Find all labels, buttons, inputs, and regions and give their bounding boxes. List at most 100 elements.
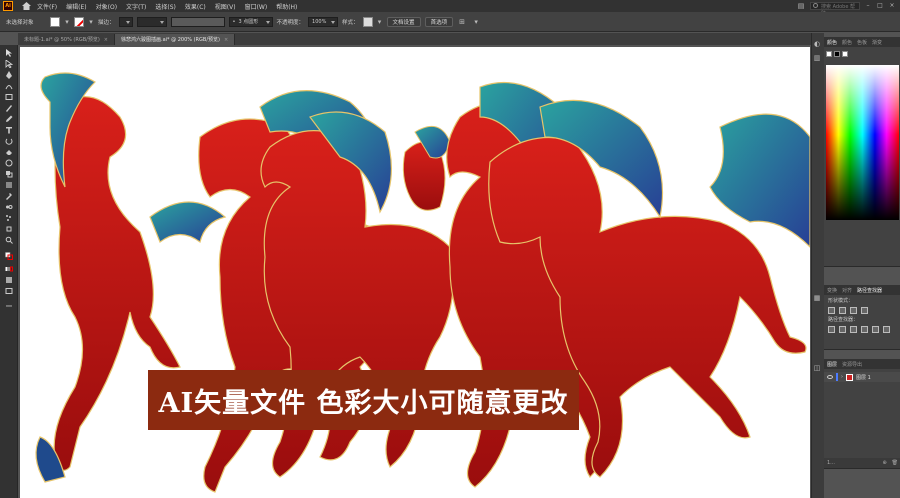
crop-icon[interactable] (861, 326, 868, 333)
visibility-eye-icon[interactable] (827, 375, 833, 379)
menu-effect[interactable]: 效果(C) (185, 2, 206, 11)
menu-object[interactable]: 对象(O) (96, 2, 117, 11)
gradient-tool-icon[interactable] (3, 180, 14, 189)
outline-icon[interactable] (872, 326, 879, 333)
layer-row[interactable]: › 图层 1 (824, 372, 900, 382)
draw-mode-icon[interactable] (3, 275, 14, 284)
stroke-weight-dropdown[interactable] (118, 16, 133, 27)
type-tool-icon[interactable] (3, 125, 14, 134)
stroke-swatch[interactable] (74, 16, 84, 27)
delete-layer-icon[interactable]: 🗑 (892, 460, 898, 466)
tab-color[interactable]: 颜色 (827, 39, 837, 46)
menu-help[interactable]: 帮助(H) (276, 2, 297, 11)
color-spectrum[interactable] (826, 65, 899, 220)
tab-gradient[interactable]: 渐变 (872, 39, 882, 46)
close-icon[interactable]: × (104, 37, 108, 43)
menu-type[interactable]: 文字(T) (126, 2, 146, 11)
tab-swatches[interactable]: 色板 (857, 39, 867, 46)
more-tools-icon[interactable] (3, 301, 14, 310)
opacity-input[interactable]: 100% (308, 16, 339, 27)
tools-panel (0, 45, 18, 498)
layers-footer: 1... ⊕ 🗑 (824, 458, 900, 468)
minimize-button[interactable]: – (864, 2, 872, 10)
menubar-right: ▤ 搜索 Adobe 帮助 – □ × (796, 1, 900, 17)
arrange-icon[interactable]: ⊞ (457, 17, 467, 27)
white-swatch[interactable] (842, 51, 848, 57)
control-bar: 未选择对象 ▾ ▾ 描边： • 3 点圆形 不透明度： 100% 样式： ▾ 文档… (0, 12, 900, 32)
layers-panel-icon[interactable]: ◫ (812, 363, 822, 373)
menu-view[interactable]: 视图(V) (215, 2, 236, 11)
tab-asset-export[interactable]: 资源导出 (842, 361, 862, 368)
trim-icon[interactable] (839, 326, 846, 333)
paintbrush-tool-icon[interactable] (3, 103, 14, 112)
menu-select[interactable]: 选择(S) (155, 2, 176, 11)
maximize-button[interactable]: □ (876, 2, 884, 10)
workspace-icon[interactable]: ▤ (796, 1, 806, 11)
tab-pathfinder[interactable]: 路径查找器 (857, 287, 882, 294)
merge-icon[interactable] (850, 326, 857, 333)
color-panel-icon[interactable]: ◐ (812, 39, 822, 49)
direct-selection-tool-icon[interactable] (3, 59, 14, 68)
symbol-sprayer-tool-icon[interactable] (3, 213, 14, 222)
color-mode-icon[interactable] (3, 264, 14, 273)
tab-color-guide[interactable]: 颜色 (842, 39, 852, 46)
pathfinder-panel: 变换 对齐 路径查找器 形状模式： 路径查找器： (824, 285, 900, 350)
shape-builder-tool-icon[interactable] (3, 169, 14, 178)
layer-name[interactable]: 图层 1 (856, 374, 871, 381)
properties-panel-icon[interactable]: ▥ (812, 53, 822, 63)
zoom-tool-icon[interactable] (3, 235, 14, 244)
tab-align[interactable]: 对齐 (842, 287, 852, 294)
menu-edit[interactable]: 编辑(E) (66, 2, 86, 11)
fill-dropdown-icon[interactable]: ▾ (64, 17, 70, 27)
divide-icon[interactable] (828, 326, 835, 333)
eraser-tool-icon[interactable] (3, 147, 14, 156)
none-swatch[interactable] (826, 51, 832, 57)
variable-width-dropdown[interactable] (136, 16, 167, 27)
home-icon[interactable] (21, 1, 31, 11)
app-logo: Ai (3, 1, 13, 11)
tab-transform[interactable]: 变换 (827, 287, 837, 294)
tab-layers[interactable]: 图层 (827, 361, 837, 368)
close-button[interactable]: × (888, 2, 896, 10)
unite-icon[interactable] (828, 307, 835, 314)
artboard[interactable]: AI矢量文件 色彩大小可随意更改 (20, 47, 810, 498)
close-icon[interactable]: × (224, 37, 228, 43)
more-options-icon[interactable]: ▾ (471, 17, 481, 27)
black-swatch[interactable] (834, 51, 840, 57)
expand-chevron-icon[interactable]: › (841, 374, 843, 380)
pathfinder-panel-tabs: 变换 对齐 路径查找器 (824, 285, 900, 295)
brush-preview-dropdown[interactable] (170, 16, 225, 27)
document-setup-button[interactable]: 文档设置 (386, 16, 421, 27)
pencil-tool-icon[interactable] (3, 114, 14, 123)
color-swatches-row (824, 47, 900, 61)
style-swatch[interactable] (362, 16, 373, 27)
style-dropdown-icon[interactable]: ▾ (377, 17, 383, 27)
exclude-icon[interactable] (861, 307, 868, 314)
rectangle-tool-icon[interactable] (3, 92, 14, 101)
preferences-button[interactable]: 首选项 (424, 16, 454, 27)
canvas-area[interactable]: AI矢量文件 色彩大小可随意更改 (18, 45, 811, 498)
curvature-tool-icon[interactable] (3, 81, 14, 90)
warp-tool-icon[interactable] (3, 158, 14, 167)
artboard-tool-icon[interactable] (3, 224, 14, 233)
tab-untitled[interactable]: 未标题-1.ai* @ 50% (RGB/预览) × (18, 34, 115, 45)
help-search-input[interactable]: 搜索 Adobe 帮助 (810, 2, 860, 17)
menu-window[interactable]: 窗口(W) (245, 2, 268, 11)
fill-stroke-swap-icon[interactable] (3, 251, 14, 260)
fill-swatch[interactable] (50, 16, 60, 27)
blend-tool-icon[interactable] (3, 202, 14, 211)
intersect-icon[interactable] (850, 307, 857, 314)
minus-back-icon[interactable] (883, 326, 890, 333)
menu-file[interactable]: 文件(F) (37, 2, 57, 11)
rotate-tool-icon[interactable] (3, 136, 14, 145)
transform-panel-icon[interactable]: ▦ (812, 293, 822, 303)
brush-dropdown[interactable]: • 3 点圆形 (228, 16, 273, 27)
pen-tool-icon[interactable] (3, 70, 14, 79)
selection-tool-icon[interactable] (3, 48, 14, 57)
stroke-dropdown-icon[interactable]: ▾ (88, 17, 94, 27)
new-layer-icon[interactable]: ⊕ (882, 460, 886, 466)
eyedropper-tool-icon[interactable] (3, 191, 14, 200)
minus-front-icon[interactable] (839, 307, 846, 314)
tab-horse-illustration[interactable]: 徐悲鸿六骏图插画.ai* @ 200% (RGB/预览) × (114, 34, 236, 45)
screen-mode-icon[interactable] (3, 286, 14, 295)
